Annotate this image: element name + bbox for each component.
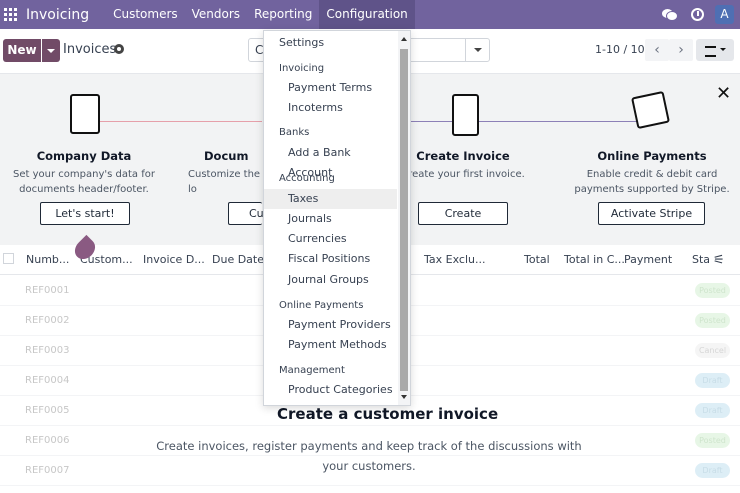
section-heading-accounting: Accounting <box>279 173 335 184</box>
menu-item-payment-methods[interactable]: Payment Methods <box>264 335 397 355</box>
menu-item-taxes[interactable]: Taxes <box>264 189 397 209</box>
status-badge: Cancel <box>695 343 730 358</box>
header-due-date[interactable]: Due Date <box>212 253 264 266</box>
menu-item-currencies[interactable]: Currencies <box>264 229 397 249</box>
chat-icon[interactable] <box>662 8 678 21</box>
apps-grid-icon[interactable] <box>4 8 17 21</box>
status-badge: Draft <box>695 403 730 418</box>
sliders-icon[interactable]: ⚟ <box>713 253 725 268</box>
scroll-up-icon[interactable] <box>401 37 407 41</box>
create-invoice-button[interactable]: Create <box>418 202 508 225</box>
row-reference: REF0007 <box>25 465 70 476</box>
status-badge: Posted <box>695 283 730 298</box>
header-total-currency[interactable]: Total in C... <box>564 253 625 266</box>
select-all-checkbox[interactable] <box>3 253 14 264</box>
menu-item-incoterms[interactable]: Incoterms <box>264 98 397 118</box>
page-title: Invoices <box>63 42 117 57</box>
credit-card-icon <box>631 90 670 130</box>
pager-previous-button[interactable]: ‹ <box>645 39 669 61</box>
step-description: Set your company's data for documents he… <box>13 169 155 195</box>
clock-icon[interactable] <box>691 8 704 21</box>
menu-item-customers[interactable]: Customers <box>106 0 185 29</box>
status-badge: Posted <box>695 433 730 448</box>
step-title: Company Data <box>36 149 132 163</box>
user-avatar[interactable]: A <box>715 5 734 24</box>
section-heading-banks: Banks <box>279 127 310 138</box>
invoice-check-icon <box>452 94 479 136</box>
new-button[interactable]: New <box>3 39 41 62</box>
header-tax-excluded[interactable]: Tax Exclu... <box>424 253 485 266</box>
configuration-dropdown: Settings Invoicing Payment Terms Incoter… <box>263 30 411 406</box>
row-reference: REF0002 <box>25 315 70 326</box>
header-payment[interactable]: Payment <box>624 253 672 266</box>
pager-next-button[interactable]: › <box>669 39 693 61</box>
step-title: Docum <box>204 149 249 163</box>
close-icon[interactable]: ✕ <box>716 83 731 104</box>
menu-item-configuration[interactable]: Configuration <box>319 0 415 29</box>
menu-item-product-categories[interactable]: Product Categories <box>264 380 397 400</box>
onboarding-track-line <box>410 121 640 122</box>
row-reference: REF0006 <box>25 435 70 446</box>
new-dropdown-button[interactable] <box>42 39 60 62</box>
row-reference: REF0004 <box>25 375 70 386</box>
status-badge: Posted <box>695 313 730 328</box>
customize-button[interactable]: Cu <box>228 202 264 225</box>
row-reference: REF0005 <box>25 405 70 416</box>
view-switcher-button[interactable] <box>696 39 734 61</box>
empty-state-text: Create invoices, register payments and k… <box>156 439 582 473</box>
top-navigation-bar: Invoicing Customers Vendors Reporting Co… <box>0 0 740 29</box>
top-right-actions: A <box>662 0 740 29</box>
pager-value[interactable]: 1-10 / 10 <box>595 43 645 56</box>
step-title: Online Payments <box>597 149 707 163</box>
lets-start-button[interactable]: Let's start! <box>40 202 130 225</box>
header-number[interactable]: Numb... <box>26 253 69 266</box>
status-badge: Draft <box>695 463 730 478</box>
menu-item-journals[interactable]: Journals <box>264 209 397 229</box>
row-reference: REF0003 <box>25 345 70 356</box>
step-description: Enable credit & debit card payments supp… <box>574 169 730 195</box>
menu-item-journal-groups[interactable]: Journal Groups <box>264 270 397 290</box>
menu-item-fiscal-positions[interactable]: Fiscal Positions <box>264 249 397 269</box>
search-options-toggle[interactable] <box>465 39 489 61</box>
app-name[interactable]: Invoicing <box>26 7 89 23</box>
menu-item-payment-providers[interactable]: Payment Providers <box>264 315 397 335</box>
menu-item-reporting[interactable]: Reporting <box>247 0 319 29</box>
menu-item-vendors[interactable]: Vendors <box>185 0 247 29</box>
menu-item-payment-terms[interactable]: Payment Terms <box>264 78 397 98</box>
header-invoice-date[interactable]: Invoice D... <box>143 253 205 266</box>
scroll-down-icon[interactable] <box>401 395 407 399</box>
section-heading-management: Management <box>279 365 345 376</box>
menu-item-settings[interactable]: Settings <box>264 33 397 53</box>
status-badge: Draft <box>695 373 730 388</box>
menu-item-add-bank-account[interactable]: Add a Bank Account <box>264 143 397 179</box>
header-total[interactable]: Total <box>524 253 550 266</box>
row-reference: REF0001 <box>25 285 70 296</box>
onboarding-track-line <box>96 121 262 122</box>
scroll-thumb[interactable] <box>400 49 408 391</box>
header-status[interactable]: Sta <box>692 253 710 266</box>
step-description: Customize the lo <box>188 169 261 195</box>
gear-icon[interactable] <box>114 44 124 54</box>
section-heading-invoicing: Invoicing <box>279 63 325 74</box>
main-menu: Customers Vendors Reporting Configuratio… <box>106 0 415 29</box>
section-heading-online-payments: Online Payments <box>279 300 364 311</box>
dropdown-scrollbar[interactable] <box>398 31 410 405</box>
empty-state-title: Create a customer invoice <box>277 405 499 423</box>
activate-stripe-button[interactable]: Activate Stripe <box>598 202 705 225</box>
document-icon <box>70 94 100 134</box>
